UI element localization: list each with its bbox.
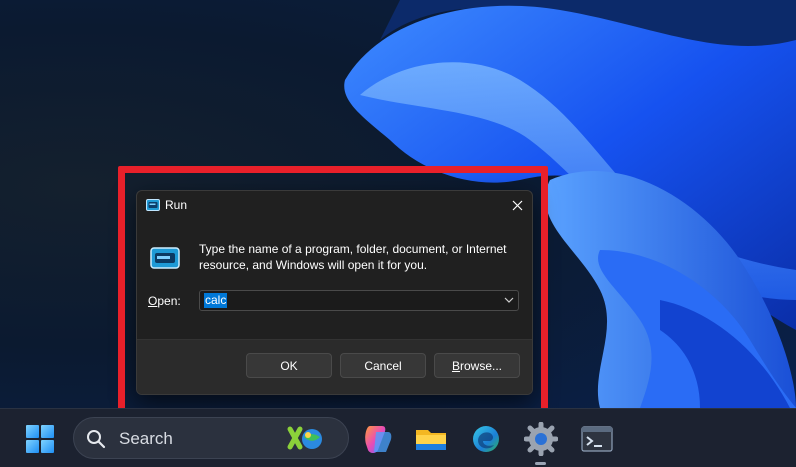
- settings-icon[interactable]: [524, 422, 558, 456]
- search-icon: [87, 430, 106, 449]
- search-placeholder: Search: [119, 429, 173, 448]
- running-app-indicator: [535, 462, 546, 465]
- taskbar: Search: [0, 408, 796, 467]
- windows-start-icon[interactable]: [26, 425, 54, 453]
- copilot-icon[interactable]: [360, 422, 394, 456]
- edge-icon[interactable]: [469, 422, 503, 456]
- terminal-icon[interactable]: [580, 422, 614, 456]
- file-explorer-icon[interactable]: [414, 422, 448, 456]
- highlight-frame: [118, 166, 548, 428]
- widgets-icon[interactable]: [286, 421, 336, 455]
